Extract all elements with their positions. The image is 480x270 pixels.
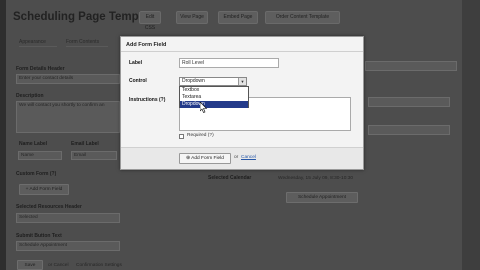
dialog-footer: ⊕ Add Form Field or Cancel — [121, 147, 363, 169]
tab-form-contents[interactable]: Form Contents — [66, 38, 108, 47]
form-details-header-label: Form Details Header — [16, 66, 65, 72]
dialog-divider — [121, 51, 363, 52]
right-field-1[interactable] — [365, 61, 457, 71]
schedule-appointment-button[interactable]: Schedule Appointment — [286, 192, 358, 203]
add-form-field-dialog: Add Form Field Label Roll Level Control … — [120, 36, 364, 170]
required-checkbox[interactable] — [179, 134, 184, 139]
custom-form-label: Custom Form (?) — [16, 171, 57, 177]
name-label-input[interactable]: Name — [18, 151, 62, 160]
label-field-label: Label — [129, 60, 143, 66]
description-input[interactable]: We will contact you shortly to confirm a… — [16, 101, 120, 133]
dialog-add-form-field-label: Add Form Field — [191, 156, 224, 161]
instructions-label: Instructions (?) — [129, 97, 166, 103]
required-label: Required (?) — [187, 133, 214, 138]
submit-button-text-input[interactable]: Schedule Appointment — [16, 241, 120, 251]
submit-button-text-label: Submit Button Text — [16, 233, 62, 239]
chevron-down-icon[interactable]: ▼ — [238, 78, 246, 85]
control-option-textbox[interactable]: Textbox — [180, 87, 248, 94]
selected-resources-header-label: Selected Resources Header — [16, 204, 82, 210]
save-button[interactable]: Save — [17, 260, 43, 270]
dialog-title: Add Form Field — [126, 42, 167, 48]
control-select-value: Dropdown — [182, 78, 205, 84]
right-field-2[interactable] — [368, 97, 450, 107]
left-edge — [0, 0, 6, 270]
description-label: Description — [16, 93, 44, 99]
edit-css-button[interactable]: Edit CSS — [139, 11, 161, 31]
control-dropdown-list: Textbox Textarea Dropdown — [179, 86, 249, 108]
control-select[interactable]: Dropdown ▼ — [179, 77, 247, 86]
dialog-or-text: or — [234, 155, 239, 160]
label-field-input[interactable]: Roll Level — [179, 58, 279, 68]
form-details-header-input[interactable]: Enter your contact details — [16, 74, 120, 84]
mouse-cursor-icon — [200, 102, 208, 113]
confirmation-settings-link[interactable]: Confirmation Settings — [76, 262, 122, 269]
dialog-cancel-link[interactable]: Cancel — [241, 155, 256, 160]
control-option-dropdown[interactable]: Dropdown — [180, 101, 248, 108]
embed-page-button[interactable]: Embed Page — [218, 11, 258, 24]
selected-calendar-label: Selected Calendar — [208, 175, 252, 181]
email-label-input[interactable]: Email — [71, 151, 117, 160]
selected-resources-header-input[interactable]: Selected — [16, 213, 120, 223]
page-title: Scheduling Page Template — [13, 11, 159, 23]
selected-calendar-value: Wednesday, 15 July 09, 8:30-10:30 — [278, 176, 354, 181]
cancel-link[interactable]: or Cancel — [48, 262, 69, 269]
email-label-heading: Email Label — [71, 141, 99, 147]
control-field-label: Control — [129, 78, 147, 84]
order-content-template-button[interactable]: Order Content Template — [265, 11, 340, 24]
tab-appearance[interactable]: Appearance — [19, 38, 57, 47]
name-label-heading: Name Label — [19, 141, 48, 147]
scrollbar[interactable] — [462, 0, 480, 270]
add-form-field-button[interactable]: + Add Form Field — [19, 184, 69, 195]
right-field-3[interactable] — [368, 125, 450, 135]
control-option-textarea[interactable]: Textarea — [180, 94, 248, 101]
dialog-add-form-field-button[interactable]: ⊕ Add Form Field — [179, 153, 231, 164]
view-page-button[interactable]: View Page — [176, 11, 208, 24]
